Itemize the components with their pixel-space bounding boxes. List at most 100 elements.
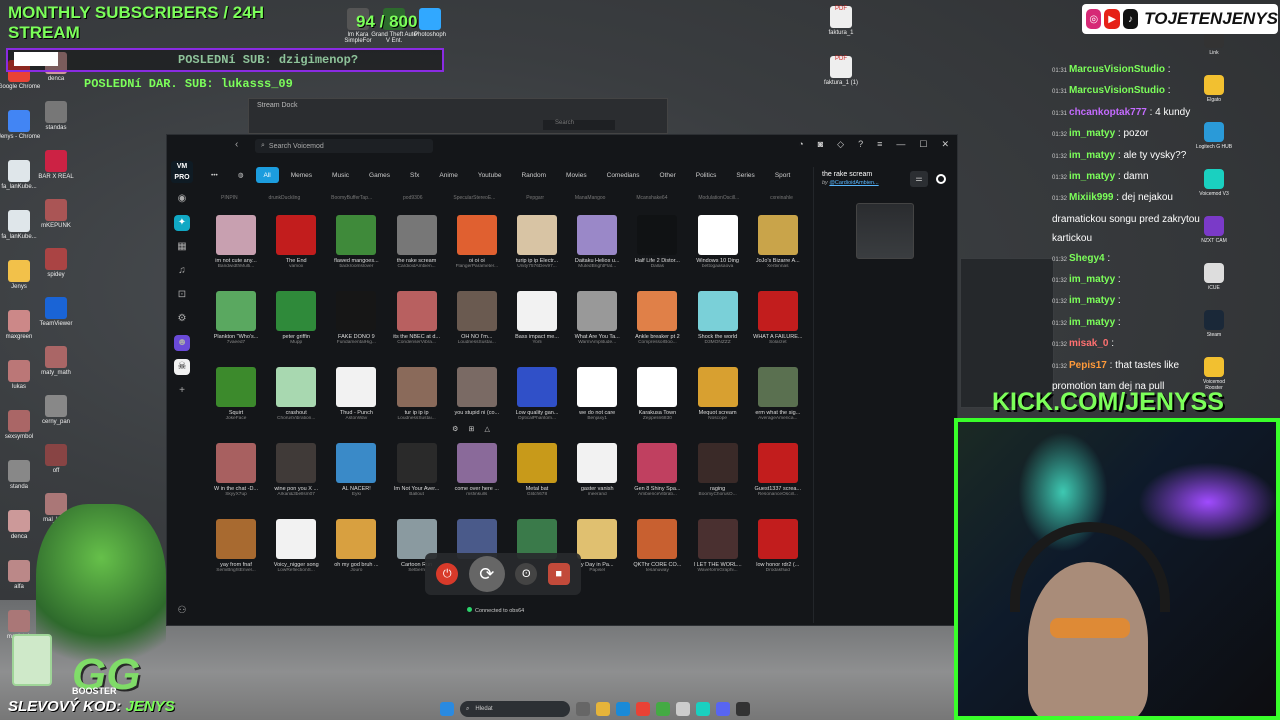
- sound-button[interactable]: Shock the world D3MONZZZ: [689, 291, 747, 345]
- user-icon[interactable]: ⚇: [174, 603, 190, 619]
- sound-button[interactable]: oh my god bruh ... Jouro: [327, 519, 385, 573]
- sliders-icon[interactable]: ⚌: [910, 171, 928, 187]
- sound-button[interactable]: im not cute any... BandwidthMulti...: [207, 215, 265, 269]
- app-icon[interactable]: [676, 702, 690, 716]
- voicemod-taskbar-icon[interactable]: [696, 702, 710, 716]
- store-icon[interactable]: ⊡: [174, 287, 190, 303]
- bell-lab-icon[interactable]: ♫: [174, 263, 190, 279]
- sound-button[interactable]: erm what the sig... AverageAmerica...: [749, 367, 807, 421]
- sound-button[interactable]: oi oi oi FlangerParameter...: [448, 215, 506, 269]
- sound-button[interactable]: Low quality gan... OpticalPhantom...: [508, 367, 566, 421]
- avatar-app-icon[interactable]: ☻: [174, 335, 190, 351]
- stream-dock-search[interactable]: Search: [543, 120, 615, 130]
- category-tab[interactable]: Anime: [431, 167, 465, 183]
- category-tab[interactable]: Series: [728, 167, 762, 183]
- sound-button[interactable]: Bass impact me... Yorli: [508, 291, 566, 345]
- sound-button[interactable]: Half Life 2 Distor... Dallas: [628, 215, 686, 269]
- sound-button[interactable]: its the NBEC at d... CondenserVibra...: [388, 291, 446, 345]
- desktop-icon[interactable]: TeamViewer: [33, 297, 79, 327]
- category-tab[interactable]: Other: [652, 167, 684, 183]
- category-tab[interactable]: Comedians: [599, 167, 648, 183]
- sound-button[interactable]: we do not care Benjaxy1: [568, 367, 626, 421]
- sound-button[interactable]: Plankton "Who's... 7vaeed7: [207, 291, 265, 345]
- stop-icon[interactable]: ■: [547, 563, 570, 585]
- sound-button[interactable]: Voicy_nigger song LowReflectionS...: [267, 519, 325, 573]
- sound-button[interactable]: yay from fnaf SemiBrightEnvel...: [207, 519, 265, 573]
- back-arrow-icon[interactable]: ‹: [235, 139, 238, 150]
- desktop-icon[interactable]: cerny_pan: [33, 395, 79, 425]
- category-tab[interactable]: Memes: [283, 167, 320, 183]
- windows-start-icon[interactable]: [440, 702, 454, 716]
- sound-button[interactable]: turip ip ip Electr... Unity7576Dev97...: [508, 215, 566, 269]
- sound-button[interactable]: Thud - Punch AstonWav: [327, 367, 385, 421]
- sound-button[interactable]: Guest1337 screa... ResonanceOscill...: [749, 443, 807, 497]
- obs-icon[interactable]: [736, 702, 750, 716]
- keybind-icon[interactable]: ⊞: [468, 425, 474, 437]
- sound-button[interactable]: Daitaku Helios u... MutedBrightFlat...: [568, 215, 626, 269]
- loop-icon[interactable]: ⟳: [468, 556, 505, 592]
- app-icon[interactable]: [656, 702, 670, 716]
- sound-button[interactable]: tur ip ip ip LoudnessSustai...: [388, 367, 446, 421]
- stream-dock-window[interactable]: Stream Dock Search: [248, 98, 668, 134]
- grid-icon[interactable]: ▦: [174, 239, 190, 255]
- globe-icon[interactable]: ◍: [230, 167, 252, 183]
- desktop-icon[interactable]: mKEPUNK: [33, 199, 79, 229]
- sound-button[interactable]: FAKE DONO 9 FundamentalHig...: [327, 291, 385, 345]
- sound-button[interactable]: you stupid ni (co...: [448, 367, 506, 416]
- category-tab[interactable]: Youtube: [470, 167, 510, 183]
- sound-button[interactable]: Metal bat Glitch678: [508, 443, 566, 497]
- desktop-icon[interactable]: maty_math: [33, 346, 79, 376]
- tag-icon[interactable]: ◇: [837, 139, 844, 150]
- pdf-file-icon[interactable]: PDF faktura_1 (1): [818, 56, 864, 86]
- sound-button[interactable]: crashout ChorusVibration...: [267, 367, 325, 421]
- sound-button[interactable]: Karakusa Town Zeppelin6830: [628, 367, 686, 421]
- menu-icon[interactable]: ≡: [877, 139, 882, 150]
- discord-icon[interactable]: ◙: [818, 139, 823, 150]
- sound-button[interactable]: peter griffin Mupp: [267, 291, 325, 345]
- desktop-icon[interactable]: standas: [33, 101, 79, 131]
- category-tab[interactable]: Politics: [688, 167, 725, 183]
- sound-button[interactable]: Squirt JokeFace: [207, 367, 265, 421]
- more-icon[interactable]: •••: [203, 167, 226, 183]
- category-tab[interactable]: Games: [361, 167, 398, 183]
- sound-button[interactable]: JoJo's Bizarre A... Xerbinnas: [749, 215, 807, 269]
- add-icon[interactable]: +: [174, 383, 190, 399]
- bell-icon[interactable]: ◔: [798, 139, 803, 150]
- selected-author-link[interactable]: @CardioidAmbien...: [829, 180, 878, 186]
- category-tab[interactable]: Sport: [767, 167, 799, 183]
- desktop-icon[interactable]: off: [33, 444, 79, 474]
- pdf-file-icon[interactable]: PDF faktura_1: [818, 6, 864, 36]
- settings-small-icon[interactable]: ⚙: [452, 425, 458, 437]
- sound-button[interactable]: W in the chat -D... SkyyX7up: [207, 443, 265, 497]
- search-input[interactable]: ⌕ Search Voicemod: [255, 139, 433, 153]
- sound-button[interactable]: What Are You Ta... WarmAmplitude...: [568, 291, 626, 345]
- explorer-icon[interactable]: [596, 702, 610, 716]
- power-icon[interactable]: ⏻: [436, 563, 459, 585]
- chrome-icon[interactable]: [636, 702, 650, 716]
- help-icon[interactable]: ?: [858, 139, 863, 150]
- minimize-icon[interactable]: —: [896, 139, 905, 150]
- sound-button[interactable]: Mequot scream Noscope: [689, 367, 747, 421]
- sound-button[interactable]: flawed mangoes... backroomslover: [327, 215, 385, 269]
- background-window[interactable]: [960, 258, 1054, 408]
- sound-button[interactable]: WHAT A FAILURE... Solarzet: [749, 291, 807, 345]
- sound-button[interactable]: raging BoomyChorusO...: [689, 443, 747, 497]
- settings-icon[interactable]: ⚙: [174, 311, 190, 327]
- skull-app-icon[interactable]: ☠: [174, 359, 190, 375]
- sound-button[interactable]: come over here ... msfinkulls: [448, 443, 506, 497]
- desktop-icon[interactable]: spidey: [33, 248, 79, 278]
- sound-button[interactable]: Im Not Your Aver... Ballout: [388, 443, 446, 497]
- voice-changer-icon[interactable]: ◉: [174, 191, 190, 207]
- category-tab[interactable]: Music: [324, 167, 357, 183]
- task-view-icon[interactable]: [576, 702, 590, 716]
- sound-button[interactable]: The End vamox: [267, 215, 325, 269]
- sound-button[interactable]: QKThr CORE CO... tesanuway: [628, 519, 686, 573]
- close-icon[interactable]: ✕: [941, 139, 949, 150]
- sound-button[interactable]: I LET THE WORL... WaveformGraphi...: [689, 519, 747, 573]
- discord-taskbar-icon[interactable]: [716, 702, 730, 716]
- category-tab[interactable]: Sfx: [402, 167, 427, 183]
- sound-button[interactable]: the rake scream CardioidAmbien...: [388, 215, 446, 269]
- desktop-icon[interactable]: BAR X REAL: [33, 150, 79, 180]
- warning-icon[interactable]: △: [485, 425, 490, 437]
- sound-button[interactable]: AL NACER! Eyki: [327, 443, 385, 497]
